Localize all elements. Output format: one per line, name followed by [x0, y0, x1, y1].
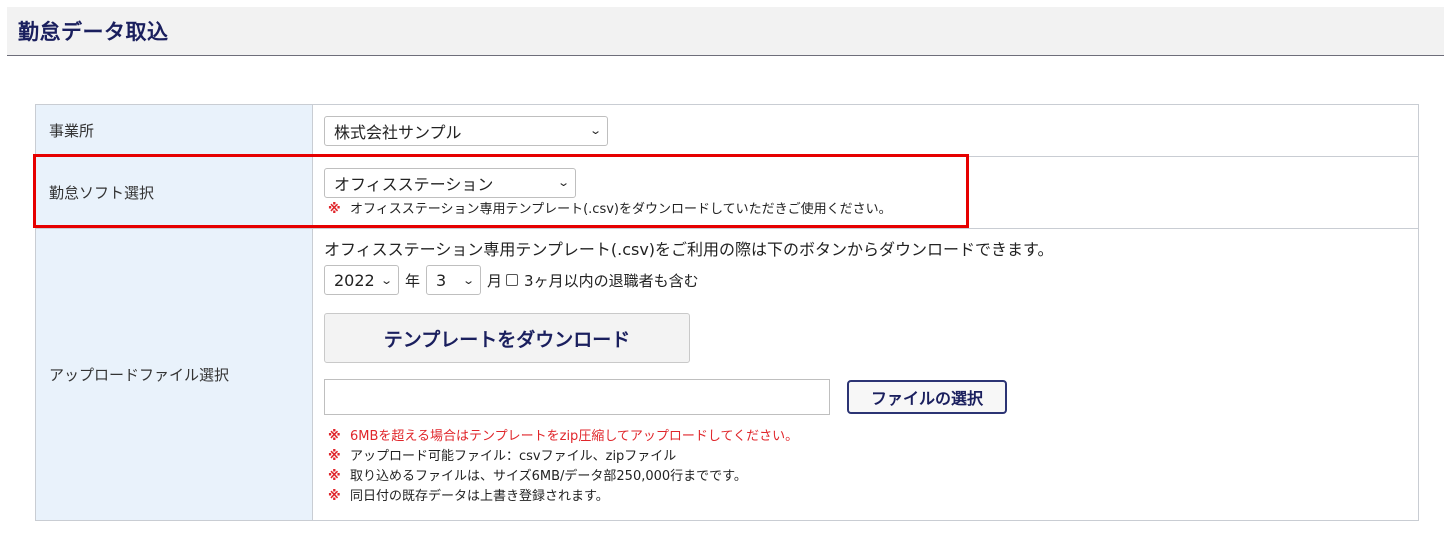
year-select-value: 2022 [334, 270, 375, 290]
upload-note: ※ 同日付の既存データは上書き登録されます。 [328, 487, 1418, 507]
software-cell: オフィスステーション ⌄ ※ オフィスステーション専用テンプレート(.csv)を… [312, 156, 1419, 229]
chevron-down-icon: ⌄ [461, 273, 475, 287]
month-unit: 月 [487, 271, 503, 290]
office-label: 事業所 [35, 104, 313, 157]
upload-note-text: 同日付の既存データは上書き登録されます。 [350, 489, 609, 504]
import-form-table: 事業所 株式会社サンプル ⌄ 勤怠ソフト選択 オフィスステーション ⌄ ※ オフ… [35, 104, 1419, 521]
page-title: 勤怠データ取込 [18, 20, 169, 44]
software-label: 勤怠ソフト選択 [35, 156, 313, 229]
file-path-input[interactable] [324, 379, 830, 415]
month-select-value: 3 [436, 270, 447, 290]
office-row: 事業所 株式会社サンプル ⌄ [35, 104, 1419, 157]
upload-intro: オフィスステーション専用テンプレート(.csv)をご利用の際は下のボタンからダウ… [324, 240, 1054, 259]
reference-mark-icon: ※ [328, 489, 341, 504]
year-unit: 年 [405, 271, 421, 290]
reference-mark-icon: ※ [328, 449, 341, 464]
upload-note-text: 取り込めるファイルは、サイズ6MB/データ部250,000行までです。 [350, 469, 747, 484]
chevron-down-icon: ⌄ [379, 273, 393, 287]
include-retirees-checkbox[interactable] [506, 274, 519, 286]
software-note: ※ オフィスステーション専用テンプレート(.csv)をダウンロードしていただきご… [328, 200, 1418, 220]
choose-file-button[interactable]: ファイルの選択 [847, 380, 1007, 414]
upload-note: ※ 6MBを超える場合はテンプレートをzip圧縮してアップロードしてください。 [328, 427, 1418, 447]
office-select-value: 株式会社サンプル [334, 122, 462, 142]
upload-label: アップロードファイル選択 [35, 228, 313, 521]
file-picker: ファイルの選択 [324, 379, 1418, 415]
upload-cell: オフィスステーション専用テンプレート(.csv)をご利用の際は下のボタンからダウ… [312, 228, 1419, 521]
reference-mark-icon: ※ [328, 429, 341, 444]
upload-note-text: アップロード可能ファイル：csvファイル、zipファイル [350, 449, 677, 464]
upload-note: ※ アップロード可能ファイル：csvファイル、zipファイル [328, 447, 1418, 467]
upload-note-text: 6MBを超える場合はテンプレートをzip圧縮してアップロードしてください。 [350, 429, 799, 444]
upload-note: ※ 取り込めるファイルは、サイズ6MB/データ部250,000行までです。 [328, 467, 1418, 487]
software-row: 勤怠ソフト選択 オフィスステーション ⌄ ※ オフィスステーション専用テンプレー… [35, 156, 1419, 229]
software-select-value: オフィスステーション [334, 174, 494, 194]
include-retirees-label: 3ヶ月以内の退職者も含む [524, 271, 699, 290]
chevron-down-icon: ⌄ [556, 176, 570, 189]
upload-row: アップロードファイル選択 オフィスステーション専用テンプレート(.csv)をご利… [35, 228, 1419, 521]
software-select[interactable]: オフィスステーション ⌄ [324, 167, 576, 198]
download-template-button[interactable]: テンプレートをダウンロード [324, 313, 690, 363]
software-note-text: オフィスステーション専用テンプレート(.csv)をダウンロードしていただきご使用… [350, 201, 892, 217]
year-select[interactable]: 2022 ⌄ [324, 265, 399, 295]
period-selector: 2022 ⌄ 年 3 ⌄ 月 3ヶ月以内の退職者も含む [324, 265, 1418, 295]
office-select[interactable]: 株式会社サンプル ⌄ [324, 115, 608, 146]
office-cell: 株式会社サンプル ⌄ [312, 104, 1419, 157]
reference-mark-icon: ※ [328, 201, 341, 217]
page-header: 勤怠データ取込 [7, 7, 1444, 56]
chevron-down-icon: ⌄ [588, 124, 602, 137]
reference-mark-icon: ※ [328, 469, 341, 484]
month-select[interactable]: 3 ⌄ [426, 265, 482, 295]
upload-notes: ※ 6MBを超える場合はテンプレートをzip圧縮してアップロードしてください。 … [328, 427, 1418, 507]
